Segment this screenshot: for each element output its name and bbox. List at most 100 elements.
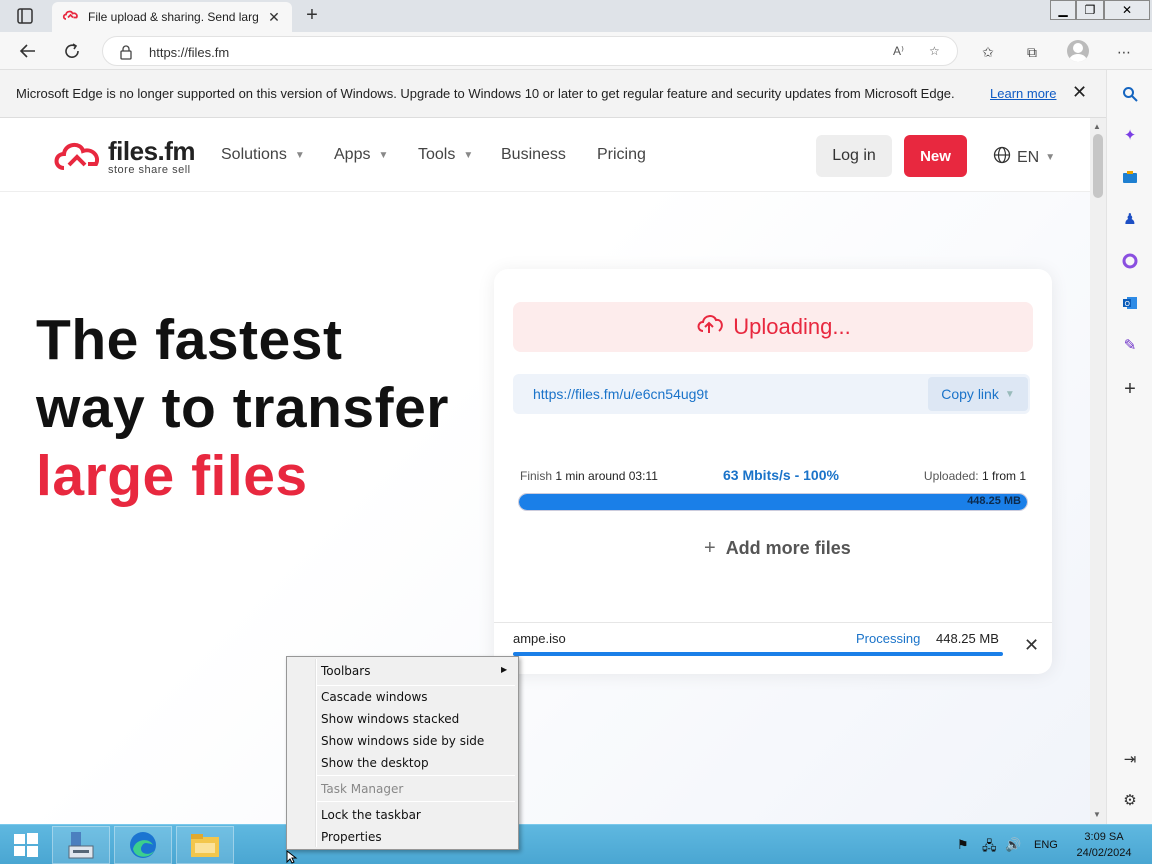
copy-link-button[interactable]: Copy link ▼ xyxy=(928,377,1028,411)
nav-pricing[interactable]: Pricing xyxy=(597,146,646,164)
menu-item-properties[interactable]: Properties xyxy=(321,830,382,844)
input-language[interactable]: ENG xyxy=(1034,839,1058,851)
share-link[interactable]: https://files.fm/u/e6cn54ug9t xyxy=(533,386,708,402)
tab-bar: File upload & sharing. Send large files … xyxy=(0,0,1152,32)
upload-status-text: Uploading... xyxy=(733,314,851,339)
language-selector[interactable]: EN ▼ xyxy=(993,146,1055,169)
add-favorite-icon[interactable]: ☆ xyxy=(929,44,945,60)
chevron-down-icon: ▼ xyxy=(1004,388,1015,400)
upload-speed: 63 Mbits/s - 100% xyxy=(723,467,839,483)
cloud-upload-icon xyxy=(695,313,724,341)
edge-taskbar-icon[interactable] xyxy=(114,826,172,864)
refresh-icon[interactable] xyxy=(61,40,83,62)
new-button[interactable]: New xyxy=(904,135,967,177)
shopping-icon[interactable] xyxy=(1120,167,1140,187)
browser-tab[interactable]: File upload & sharing. Send large files … xyxy=(52,2,292,32)
add-more-label: Add more files xyxy=(725,538,851,558)
page-scrollbar[interactable]: ▲ ▼ xyxy=(1090,118,1106,824)
tab-close-icon[interactable]: ✕ xyxy=(266,9,282,26)
menu-item-windows-stacked[interactable]: Show windows stacked xyxy=(321,712,459,726)
hero-headline: The fastest way to transfer large files xyxy=(36,306,476,510)
edge-sidebar: ✦ ♟ O ✎ + ⇥ ⚙ xyxy=(1106,70,1152,824)
hero-line-2: way to transfer xyxy=(36,376,449,440)
games-icon[interactable]: ♟ xyxy=(1120,209,1140,229)
windows-logo-icon xyxy=(14,833,38,857)
nav-label: Tools xyxy=(418,146,456,163)
file-list-item: ampe.iso Processing 448.25 MB ✕ xyxy=(494,622,1052,674)
menu-item-show-desktop[interactable]: Show the desktop xyxy=(321,756,429,770)
add-sidebar-app-icon[interactable]: + xyxy=(1120,378,1140,400)
uploaded-value: 1 from 1 xyxy=(981,469,1026,483)
hero-line-1: The fastest xyxy=(36,308,343,372)
finish-label: Finish xyxy=(520,469,553,483)
menu-item-lock-taskbar[interactable]: Lock the taskbar xyxy=(321,808,421,822)
sidebar-settings-icon[interactable]: ⚙ xyxy=(1120,790,1140,810)
more-menu-icon[interactable]: ⋯ xyxy=(1114,42,1134,62)
address-bar: https://files.fm A⁾ ☆ ✩ ⧉ ⋯ xyxy=(0,32,1152,70)
cloud-logo-icon xyxy=(52,138,106,179)
nav-label: Apps xyxy=(334,146,371,163)
tab-actions-icon[interactable] xyxy=(10,6,38,26)
files-fm-logo[interactable]: files.fm store share sell xyxy=(52,136,202,176)
url-text: https://files.fm xyxy=(149,45,230,60)
server-manager-taskbar-icon[interactable] xyxy=(52,826,110,864)
submenu-arrow-icon: ▶ xyxy=(501,665,508,674)
remove-file-icon[interactable]: ✕ xyxy=(1024,635,1039,656)
nav-label: Solutions xyxy=(221,146,287,163)
tools-icon[interactable]: ✎ xyxy=(1120,335,1140,355)
lock-icon[interactable] xyxy=(119,44,133,65)
url-field[interactable]: https://files.fm A⁾ ☆ xyxy=(102,36,958,66)
network-icon[interactable]: 🖧 xyxy=(982,837,997,859)
unsupported-os-infobar: Microsoft Edge is no longer supported on… xyxy=(0,70,1106,118)
copilot-icon[interactable]: ✦ xyxy=(1120,125,1140,145)
new-tab-icon[interactable]: + xyxy=(300,4,324,27)
tab-title: File upload & sharing. Send large files xyxy=(88,10,258,24)
nav-apps[interactable]: Apps ▼ xyxy=(334,146,388,164)
scroll-up-icon[interactable]: ▲ xyxy=(1093,122,1101,131)
windows-taskbar: ⚑ 🖧 🔊 ENG 3:09 SA 24/02/2024 xyxy=(0,824,1152,864)
menu-item-task-manager[interactable]: Task Manager xyxy=(321,782,403,796)
read-aloud-icon[interactable]: A⁾ xyxy=(893,44,909,60)
upload-stats: Finish 1 min around 03:11 63 Mbits/s - 1… xyxy=(520,467,1026,487)
profile-avatar[interactable] xyxy=(1067,40,1089,62)
start-button[interactable] xyxy=(0,825,52,864)
hide-sidebar-icon[interactable]: ⇥ xyxy=(1120,749,1140,769)
volume-icon[interactable]: 🔊 xyxy=(1005,837,1021,853)
chevron-down-icon: ▼ xyxy=(378,149,389,161)
language-label: EN xyxy=(1017,148,1040,166)
action-center-flag-icon[interactable]: ⚑ xyxy=(957,837,969,853)
favorites-icon[interactable]: ✩ xyxy=(978,42,998,62)
outlook-icon[interactable]: O xyxy=(1120,293,1140,313)
clock[interactable]: 3:09 SA 24/02/2024 xyxy=(1072,829,1136,861)
learn-more-link[interactable]: Learn more xyxy=(990,86,1056,101)
back-icon[interactable] xyxy=(17,40,39,62)
file-progress-bar xyxy=(513,652,1003,656)
menu-item-side-by-side[interactable]: Show windows side by side xyxy=(321,734,484,748)
menu-separator xyxy=(317,685,515,686)
menu-item-toolbars[interactable]: Toolbars xyxy=(321,664,370,678)
clock-time: 3:09 SA xyxy=(1084,831,1124,843)
finish-estimate: Finish 1 min around 03:11 xyxy=(520,469,658,483)
share-link-row: https://files.fm/u/e6cn54ug9t Copy link … xyxy=(513,374,1030,414)
finish-value: 1 min around 03:11 xyxy=(555,469,658,483)
microsoft-365-icon[interactable] xyxy=(1120,251,1140,271)
scroll-down-icon[interactable]: ▼ xyxy=(1093,810,1101,819)
upload-progress-bar: 448.25 MB xyxy=(518,493,1028,511)
nav-solutions[interactable]: Solutions ▼ xyxy=(221,146,305,164)
window-restore-button[interactable]: ❐ xyxy=(1076,0,1104,20)
login-button[interactable]: Log in xyxy=(816,135,892,177)
file-explorer-taskbar-icon[interactable] xyxy=(176,826,234,864)
window-minimize-button[interactable]: ▁ xyxy=(1050,0,1076,20)
menu-item-cascade-windows[interactable]: Cascade windows xyxy=(321,690,428,704)
search-icon[interactable] xyxy=(1120,84,1140,104)
window-close-button[interactable]: ✕ xyxy=(1104,0,1150,20)
collections-icon[interactable]: ⧉ xyxy=(1022,42,1042,62)
chevron-down-icon: ▼ xyxy=(1045,152,1056,163)
nav-label: Business xyxy=(501,146,566,163)
nav-tools[interactable]: Tools ▼ xyxy=(418,146,473,164)
clock-date: 24/02/2024 xyxy=(1076,847,1132,859)
scrollbar-thumb[interactable] xyxy=(1093,134,1103,198)
infobar-close-icon[interactable]: ✕ xyxy=(1072,82,1087,103)
add-more-files-button[interactable]: + Add more files xyxy=(704,537,851,560)
nav-business[interactable]: Business xyxy=(501,146,566,164)
